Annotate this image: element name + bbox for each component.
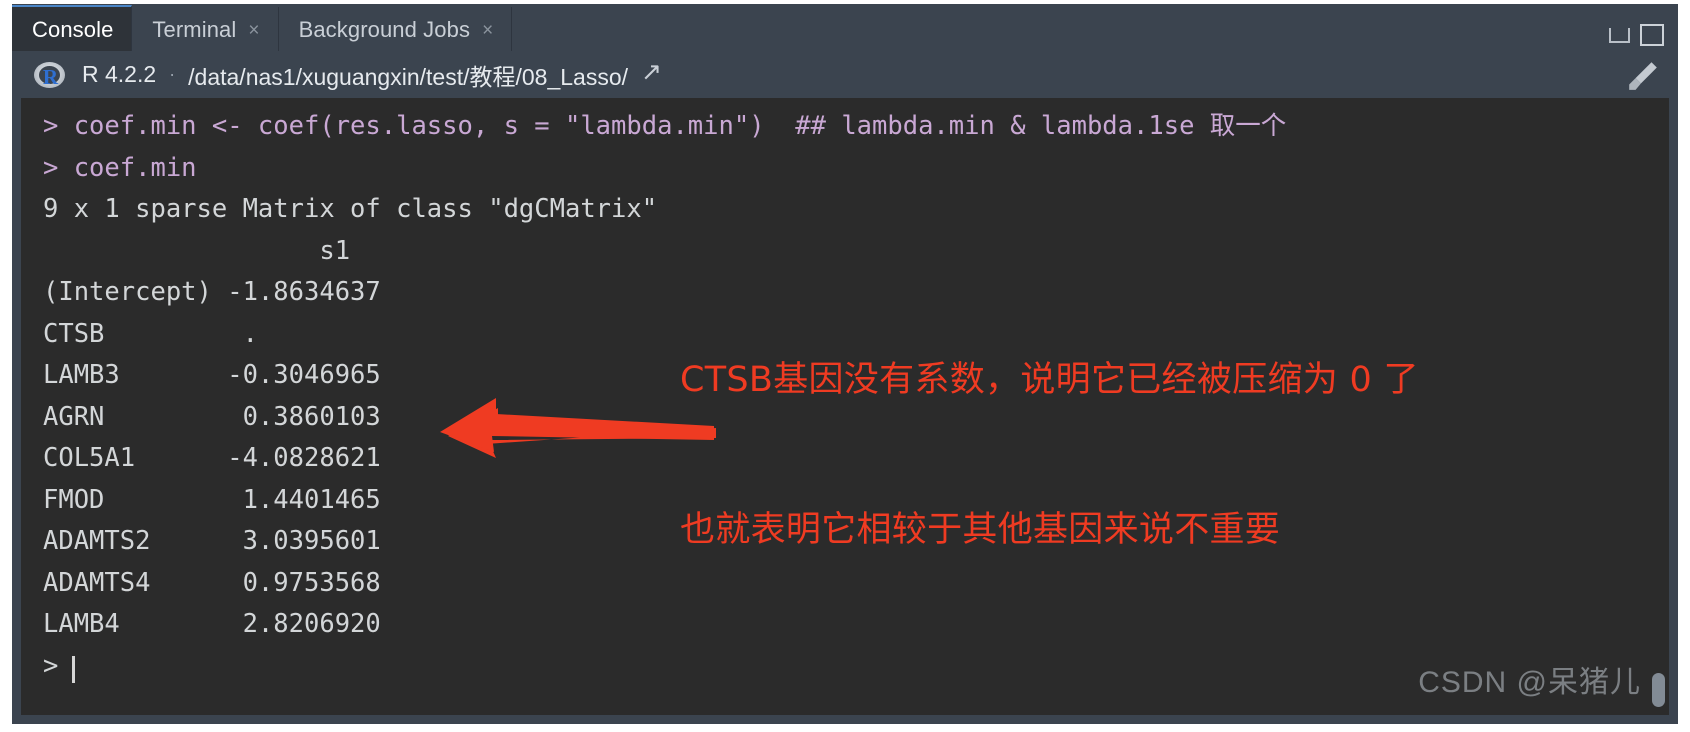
tab-terminal-label: Terminal xyxy=(152,16,237,42)
r-logo-letter: R xyxy=(42,65,59,89)
r-logo-icon: R xyxy=(34,61,65,89)
annotation-line-2: 也就表明它相较于其他基因来说不重要 xyxy=(680,510,1281,550)
rstudio-console-screenshot: Console Terminal × Background Jobs × R R… xyxy=(0,0,1690,732)
close-icon[interactable]: × xyxy=(482,21,493,40)
csdn-watermark: CSDN @呆猪儿 xyxy=(1418,665,1641,699)
r-version-label: R 4.2.2 xyxy=(82,61,157,87)
window-minimize-icon[interactable] xyxy=(1609,27,1630,43)
annotation-line-1: CTSB基因没有系数，说明它已经被压缩为 0 了 xyxy=(680,360,1419,400)
tab-background-jobs-label: Background Jobs xyxy=(298,16,471,42)
tab-terminal[interactable]: Terminal × xyxy=(132,7,279,52)
console-prompt: > xyxy=(43,650,59,681)
window-maximize-icon[interactable] xyxy=(1640,24,1664,46)
annotation-text: CTSB基因没有系数，说明它已经被压缩为 0 了 也就表明它相较于其他基因来说不… xyxy=(680,255,1419,655)
console-pane: Console Terminal × Background Jobs × R R… xyxy=(12,4,1678,724)
working-directory-path[interactable]: /data/nas1/xuguangxin/test/教程/08_Lasso/ xyxy=(188,58,628,92)
text-caret xyxy=(72,655,76,683)
broom-icon[interactable] xyxy=(1626,59,1660,93)
window-controls xyxy=(1609,24,1664,46)
tab-background-jobs[interactable]: Background Jobs × xyxy=(279,7,513,52)
tab-console-label: Console xyxy=(32,16,114,42)
path-separator: · xyxy=(169,64,176,84)
console-line: > coef.min xyxy=(43,152,197,183)
console-line: > coef.min <- coef(res.lasso, s = "lambd… xyxy=(43,111,1287,141)
open-folder-arrow-icon[interactable]: ↗ xyxy=(641,60,662,85)
left-arrow-annotation-icon xyxy=(440,398,716,458)
tab-strip: Console Terminal × Background Jobs × xyxy=(12,4,1678,52)
console-line: 9 x 1 sparse Matrix of class "dgCMatrix" xyxy=(43,194,658,224)
path-bar: R R 4.2.2 · /data/nas1/xuguangxin/test/教… xyxy=(12,51,1678,98)
close-icon[interactable]: × xyxy=(248,21,259,40)
tab-console[interactable]: Console xyxy=(12,5,133,52)
console-scrollbar-thumb[interactable] xyxy=(1652,673,1665,707)
